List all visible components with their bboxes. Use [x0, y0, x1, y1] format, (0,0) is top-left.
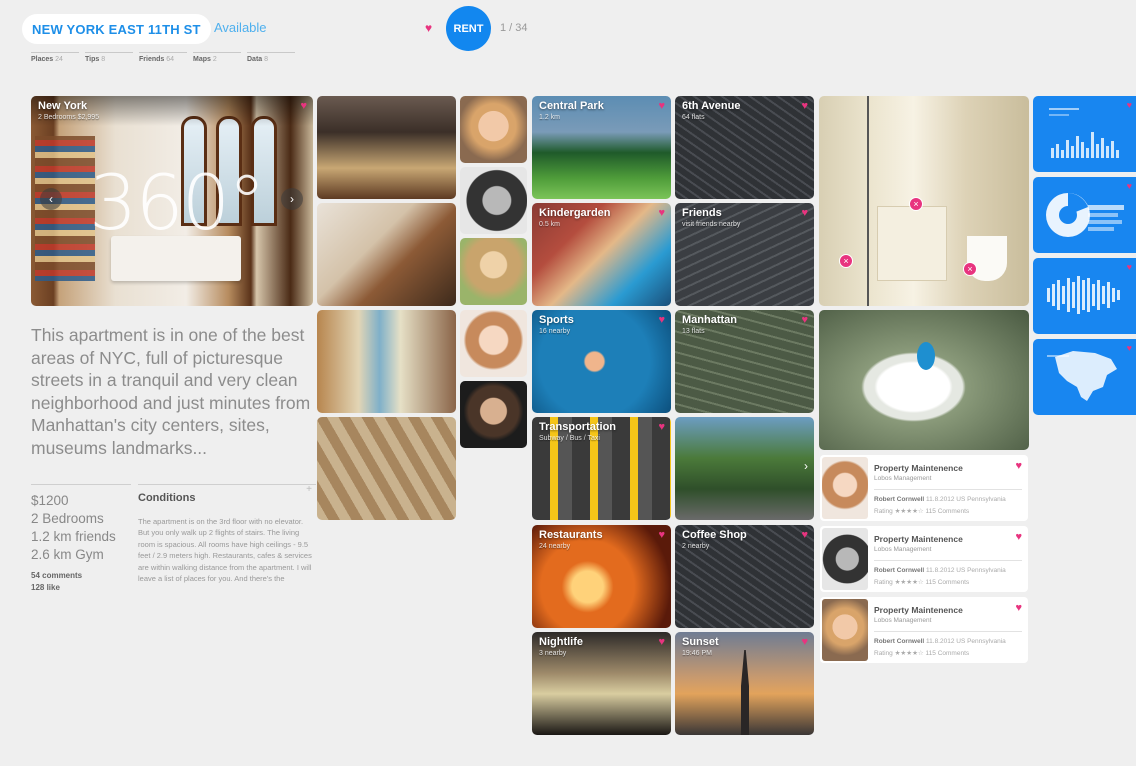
listing-description: This apartment is in one of the best are…: [31, 325, 311, 458]
bar-chart-icon: [1049, 108, 1119, 158]
heart-icon[interactable]: ♥: [658, 101, 665, 112]
heart-icon[interactable]: ♥: [801, 315, 808, 326]
heart-icon[interactable]: ♥: [300, 101, 307, 112]
tab-tips[interactable]: Tips 8: [85, 52, 133, 63]
next-arrow-icon[interactable]: ›: [804, 459, 808, 473]
place-tile-sunset[interactable]: Sunset 19:46 PM ♥: [675, 632, 814, 735]
friend-avatar[interactable]: [460, 381, 527, 448]
conditions-text: The apartment is on the 3rd floor with n…: [138, 517, 312, 584]
heart-icon[interactable]: ♥: [801, 530, 808, 541]
avatar: [822, 599, 868, 661]
favorite-heart-icon[interactable]: ♥: [425, 22, 432, 34]
toilet-water-decor: [917, 342, 935, 370]
divider: [31, 484, 131, 485]
stat-gym: 2.6 km Gym: [31, 547, 104, 562]
pie-chart-icon: [1046, 193, 1124, 237]
review-card[interactable]: Property Maintenence Lobos Management Ro…: [820, 455, 1028, 521]
rent-button[interactable]: RENT: [446, 6, 491, 51]
friend-avatar[interactable]: [460, 167, 527, 234]
page-counter: 1 / 34: [500, 22, 528, 34]
conditions-title: Conditions: [138, 492, 196, 504]
availability-status: Available: [214, 20, 267, 35]
review-card[interactable]: Property Maintenence Lobos Management Ro…: [820, 597, 1028, 663]
friend-avatar[interactable]: [460, 238, 527, 305]
heart-icon[interactable]: ♥: [658, 422, 665, 433]
listing-stats: $1200 2 Bedrooms 1.2 km friends 2.6 km G…: [31, 492, 131, 594]
vanity-decor: [877, 206, 947, 281]
avatar: [822, 528, 868, 590]
expand-plus-icon[interactable]: +: [306, 484, 312, 495]
heart-icon[interactable]: ♥: [658, 637, 665, 648]
heart-icon[interactable]: ♥: [1127, 100, 1132, 110]
heart-icon[interactable]: ♥: [801, 101, 808, 112]
apartment-photo[interactable]: [317, 417, 456, 520]
bathroom-photo[interactable]: × × ×: [819, 96, 1029, 306]
heart-icon[interactable]: ♥: [658, 208, 665, 219]
bookshelf-decor: [35, 136, 95, 281]
likes-count[interactable]: 128 like: [31, 582, 131, 594]
heart-icon[interactable]: ♥: [1127, 262, 1132, 272]
place-tile-manhattan[interactable]: Manhattan 13 flats ♥: [675, 310, 814, 413]
place-tile-restaurants[interactable]: Restaurants 24 nearby ♥: [532, 525, 671, 628]
data-tile-histogram[interactable]: ♥: [1033, 258, 1136, 334]
place-tile-6th-avenue[interactable]: 6th Avenue 64 flats ♥: [675, 96, 814, 199]
data-tile-bar-chart[interactable]: ♥: [1033, 96, 1136, 172]
data-tile-pie-chart[interactable]: ♥: [1033, 177, 1136, 253]
heart-icon[interactable]: ♥: [1015, 461, 1022, 472]
hotspot-icon[interactable]: ×: [839, 254, 853, 268]
hotspot-icon[interactable]: ×: [909, 197, 923, 211]
tab-friends[interactable]: Friends 64: [139, 52, 187, 63]
heart-icon[interactable]: ♥: [801, 637, 808, 648]
heart-icon[interactable]: ♥: [1127, 181, 1132, 191]
place-tile-transportation[interactable]: Transportation Subway / Bus / Taxi ♥: [532, 417, 671, 520]
conditions-panel: + Conditions The apartment is on the 3rd…: [138, 484, 316, 606]
place-tile-central-park[interactable]: Central Park 1.2 km ♥: [532, 96, 671, 199]
apartment-photo[interactable]: [317, 310, 456, 413]
heart-icon[interactable]: ♥: [1127, 343, 1132, 353]
data-tile-map[interactable]: ♥: [1033, 339, 1136, 415]
apartment-photo[interactable]: [317, 203, 456, 306]
tab-maps[interactable]: Maps 2: [193, 52, 241, 63]
place-tile-sports[interactable]: Sports 16 nearby ♥: [532, 310, 671, 413]
divider: [138, 484, 316, 485]
360-view-label: 360°: [89, 158, 266, 247]
place-tile-coffee-shop[interactable]: Coffee Shop 2 nearby ♥: [675, 525, 814, 628]
friend-avatar[interactable]: [460, 96, 527, 163]
friend-avatar[interactable]: [460, 310, 527, 377]
avatar: [822, 457, 868, 519]
hero-title: New York: [38, 100, 88, 112]
street-view-photo[interactable]: ›: [675, 417, 814, 520]
listing-title-pill: NEW YORK EAST 11TH ST: [22, 14, 211, 44]
hero-360-photo[interactable]: New York 2 Bedrooms $2,995 ♥ 360° ‹ ›: [31, 96, 313, 306]
stat-friends: 1.2 km friends: [31, 529, 116, 544]
review-card[interactable]: Property Maintenence Lobos Management Ro…: [820, 526, 1028, 592]
histogram-icon: [1047, 276, 1120, 314]
place-tile-kindergarden[interactable]: Kindergarden 0.5 km ♥: [532, 203, 671, 306]
hero-subtitle: 2 Bedrooms $2,995: [38, 114, 100, 121]
place-tile-nightlife[interactable]: Nightlife 3 nearby ♥: [532, 632, 671, 735]
stat-bedrooms: 2 Bedrooms: [31, 511, 104, 526]
hotspot-icon[interactable]: ×: [963, 262, 977, 276]
heart-icon[interactable]: ♥: [1015, 532, 1022, 543]
stat-price: $1200: [31, 493, 69, 508]
tab-places[interactable]: Places 24: [31, 52, 79, 63]
skyscraper-decor: [741, 650, 749, 735]
next-arrow-icon[interactable]: ›: [281, 188, 303, 210]
tab-data[interactable]: Data 8: [247, 52, 295, 63]
prev-arrow-icon[interactable]: ‹: [40, 188, 62, 210]
heart-icon[interactable]: ♥: [801, 208, 808, 219]
heart-icon[interactable]: ♥: [658, 315, 665, 326]
heart-icon[interactable]: ♥: [658, 530, 665, 541]
listing-title: NEW YORK EAST 11TH ST: [32, 21, 201, 37]
toilet-photo[interactable]: [819, 310, 1029, 450]
place-tile-friends[interactable]: Friends visit friends nearby ♥: [675, 203, 814, 306]
comments-count[interactable]: 54 comments: [31, 570, 131, 582]
heart-icon[interactable]: ♥: [1015, 603, 1022, 614]
section-tabs: Places 24 Tips 8 Friends 64 Maps 2 Data …: [31, 52, 301, 63]
apartment-photo[interactable]: [317, 96, 456, 199]
north-america-map-icon: [1047, 351, 1117, 401]
